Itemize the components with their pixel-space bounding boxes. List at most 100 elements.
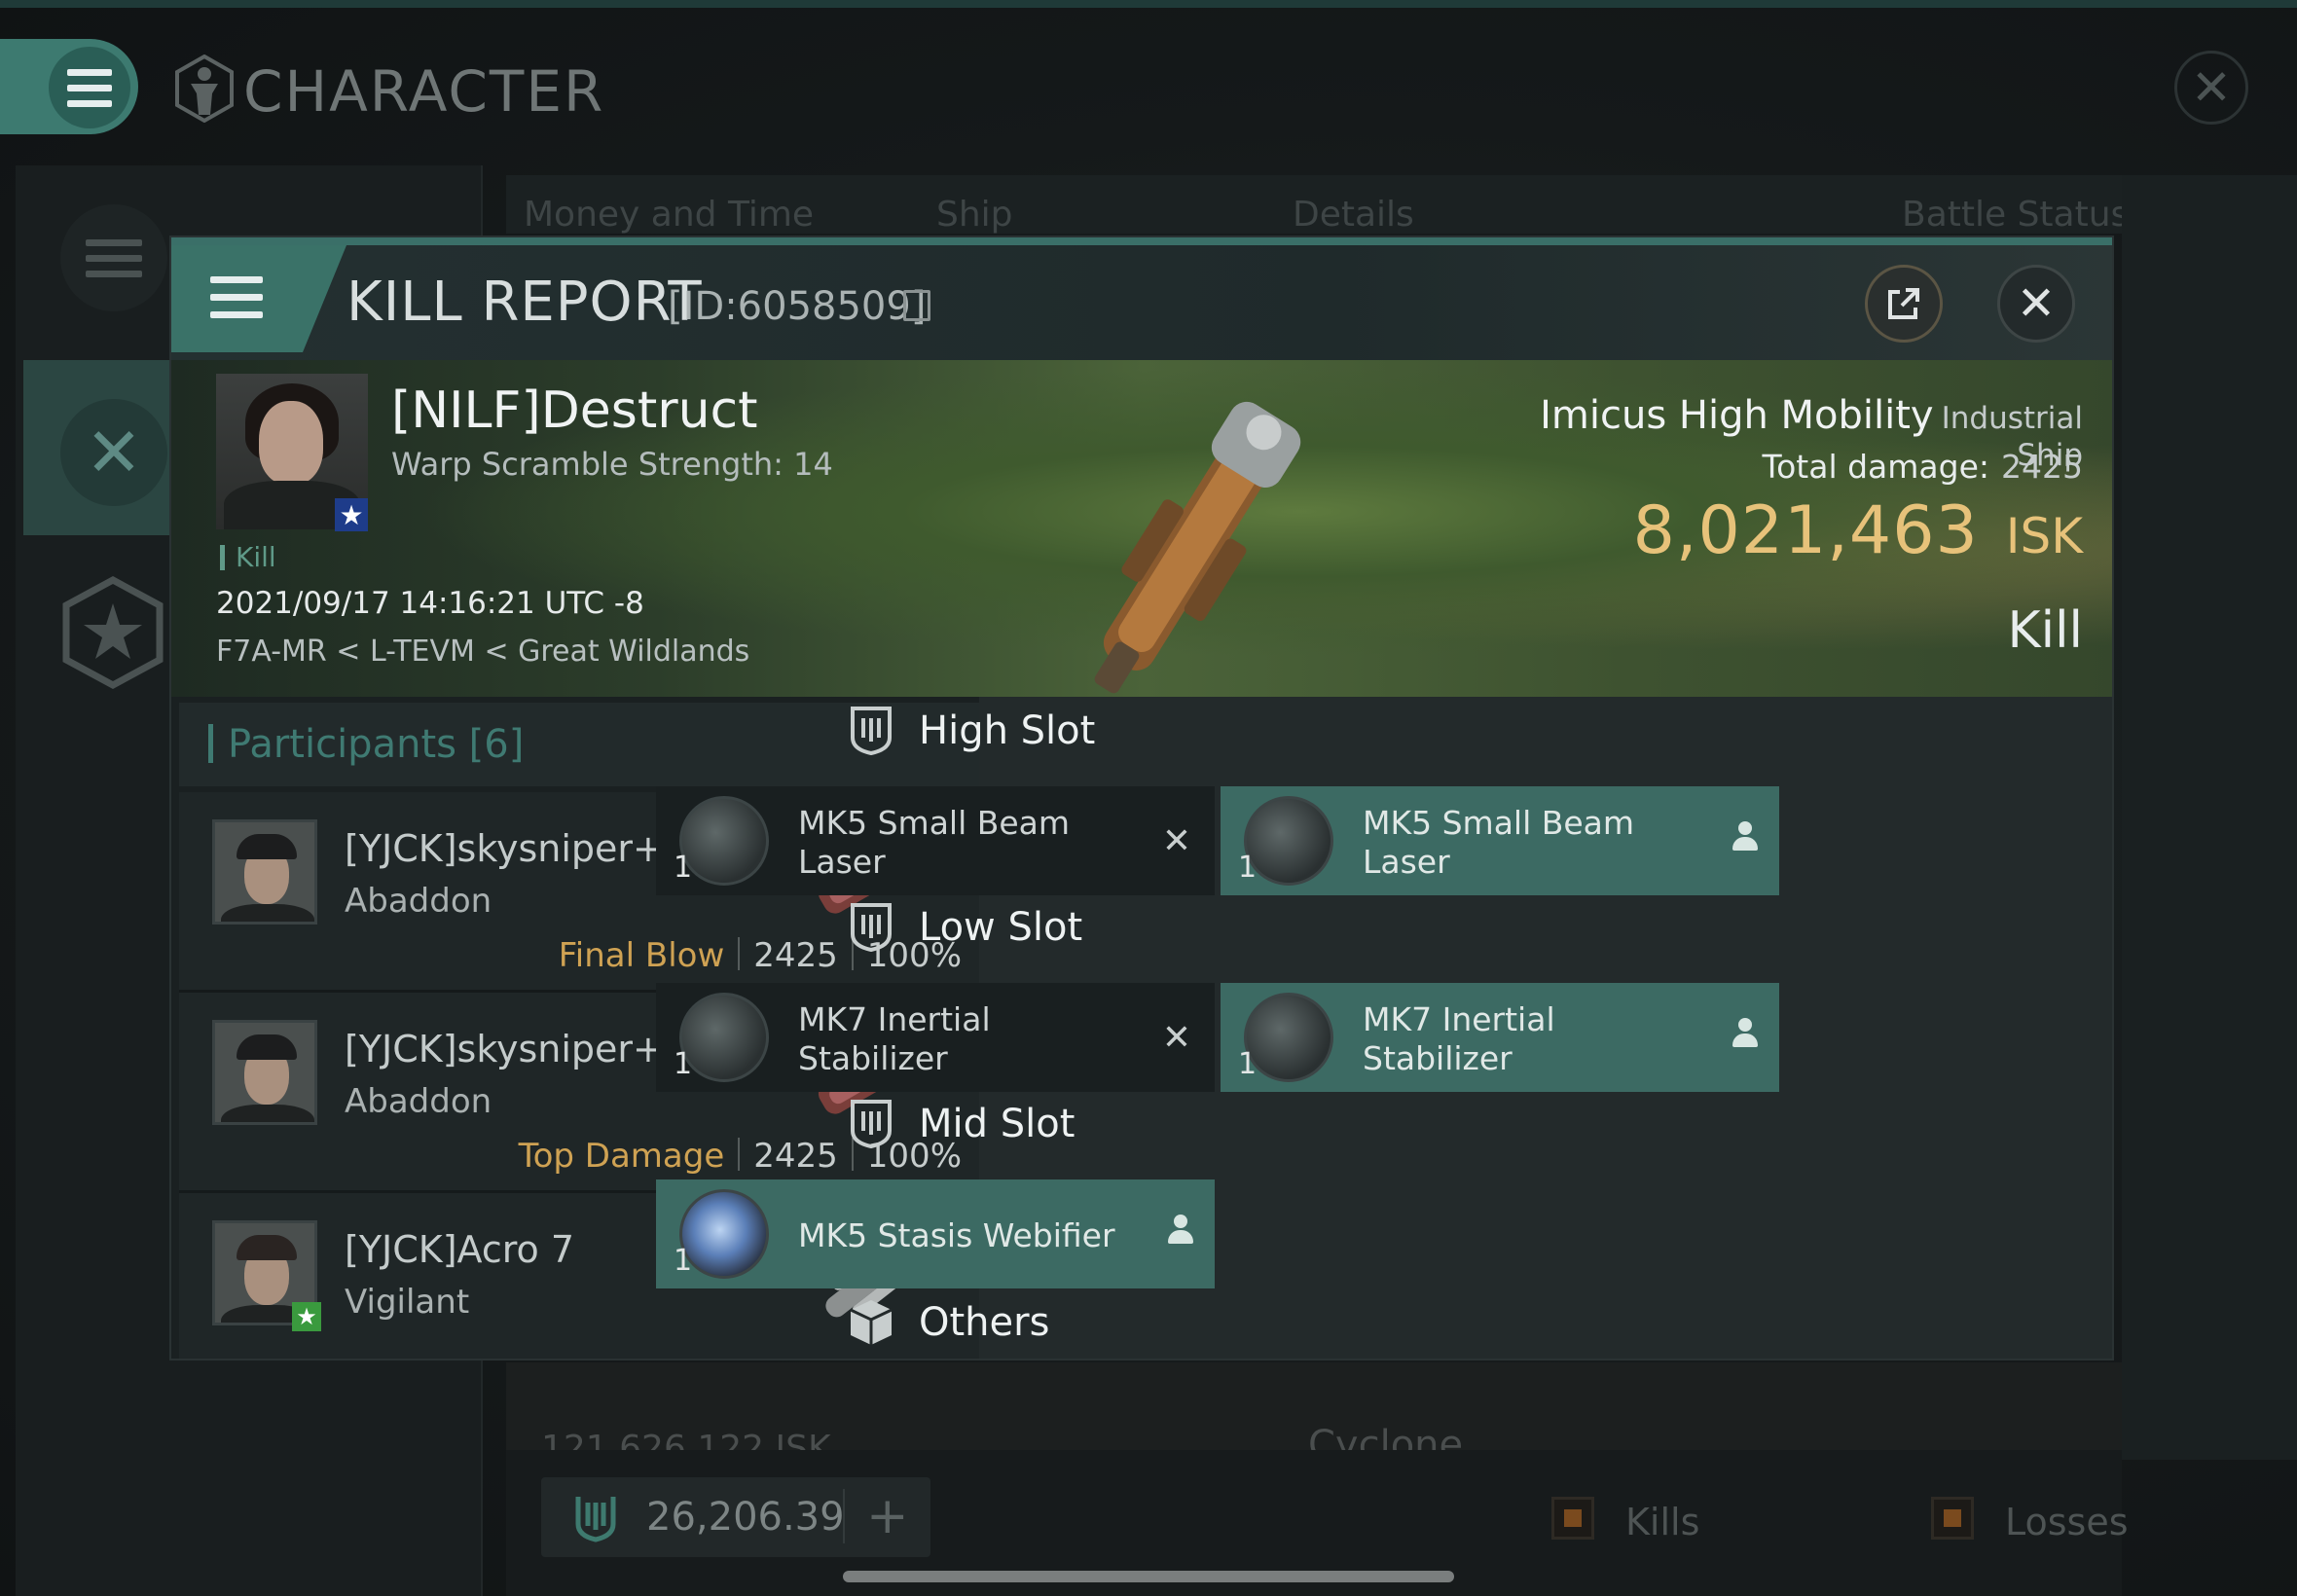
inertial-stabilizer-icon [1244, 993, 1333, 1082]
header-ship: Ship [936, 195, 1013, 235]
destroyed-icon: ✕ [1161, 821, 1191, 861]
participant-name: [YJCK]Acro 7 [345, 1228, 575, 1271]
module-item[interactable]: 1 MK7 Inertial Stabilizer [1221, 983, 1779, 1092]
crossed-swords-icon: ✕ [85, 413, 143, 492]
inertial-stabilizer-icon [679, 993, 769, 1082]
share-button[interactable] [1865, 265, 1943, 343]
favorites-tab-button[interactable] [58, 574, 167, 691]
module-item[interactable]: 1 MK5 Small Beam Laser [1221, 786, 1779, 895]
module-item[interactable]: 1 MK5 Stasis Webifier [656, 1179, 1215, 1288]
victim-name[interactable]: [NILF]Destruct [391, 381, 758, 440]
background-right-column [2122, 175, 2297, 1460]
kill-tag: Kill [236, 541, 276, 573]
combat-tab-button[interactable]: ✕ [60, 399, 167, 506]
beam-laser-icon [679, 796, 769, 886]
participant-portrait [212, 819, 317, 925]
kill-report-modal: KILL REPORT [ID:6058509] ✕ ★ [NILF]Destr… [169, 236, 2114, 1360]
module-item[interactable]: 1 MK7 Inertial Stabilizer ✕ [656, 983, 1215, 1092]
beam-laser-icon [1244, 796, 1333, 886]
star-hexagon-icon [62, 576, 164, 689]
module-qty: 1 [1238, 1047, 1258, 1081]
participant-ship: Vigilant [345, 1283, 470, 1322]
destroyed-icon: ✕ [1161, 1018, 1191, 1058]
ship-name-text: Imicus High Mobility [1540, 393, 1934, 438]
home-indicator [843, 1571, 1454, 1582]
copy-id-icon[interactable] [903, 290, 930, 321]
module-qty: 1 [674, 1244, 693, 1278]
isk-loss-value: 8,021,463 [1632, 492, 1979, 569]
modal-title: KILL REPORT [346, 271, 703, 334]
total-damage-label: Total damage: [1762, 448, 1990, 486]
module-qty: 1 [674, 851, 693, 885]
top-accent-line [0, 0, 2297, 8]
module-item[interactable]: 1 MK5 Small Beam Laser ✕ [656, 786, 1215, 895]
participant-name: [YJCK]skysniper+ [345, 1028, 664, 1070]
header-battle-status: Battle Status [1902, 195, 2130, 235]
participant-ship: Abaddon [345, 882, 492, 921]
losses-label: Losses [2005, 1501, 2129, 1543]
high-slot-header: High Slot [837, 697, 1095, 765]
external-link-icon [1888, 288, 1919, 319]
module-name: MK5 Small Beam Laser [798, 804, 1071, 881]
low-slot-label: Low Slot [919, 905, 1083, 950]
kills-label: Kills [1625, 1501, 1700, 1543]
total-damage: Total damage: 2425 [1499, 448, 2083, 486]
high-slot-label: High Slot [919, 708, 1096, 753]
header-money-time: Money and Time [524, 195, 815, 235]
losses-checkbox[interactable] [1931, 1497, 1974, 1540]
kills-checkbox[interactable] [1551, 1497, 1594, 1540]
participant-name: [YJCK]skysniper+ [345, 827, 664, 870]
divider [843, 1489, 845, 1543]
module-name: MK5 Stasis Webifier [798, 1216, 1115, 1254]
participant-damage: 2425 [753, 1137, 838, 1176]
add-isk-button[interactable]: + [866, 1487, 909, 1545]
participants-label: Participants [6] [228, 722, 525, 767]
participant-portrait [212, 1020, 317, 1125]
warp-scramble-strength: Warp Scramble Strength: 14 [391, 446, 833, 483]
stasis-webifier-icon [679, 1189, 769, 1279]
isk-loss: 8,021,463 ISK [1402, 492, 2083, 569]
victim-ship-render [1094, 401, 1301, 694]
module-qty: 1 [1238, 851, 1258, 885]
main-menu-button[interactable] [49, 47, 130, 128]
top-damage-tag: Top Damage [518, 1137, 725, 1176]
hamburger-icon [210, 276, 263, 318]
module-name: MK5 Small Beam Laser [1363, 804, 1635, 881]
hamburger-icon [67, 68, 112, 107]
cargo-box-icon [850, 1300, 893, 1345]
kill-location[interactable]: F7A-MR < L-TEVM < Great Wildlands [216, 635, 749, 669]
mid-slot-icon [851, 1100, 892, 1149]
list-icon [86, 238, 142, 277]
dropped-person-icon [1168, 1215, 1193, 1250]
dropped-person-icon [1732, 821, 1758, 856]
isk-icon [575, 1497, 616, 1542]
screen-close-button[interactable]: ✕ [2174, 51, 2248, 125]
total-damage-value: 2425 [2001, 448, 2083, 486]
module-name: MK7 Inertial Stabilizer [1363, 1000, 1555, 1077]
low-slot-header: Low Slot [837, 893, 1082, 961]
character-icon [175, 54, 234, 123]
modal-close-button[interactable]: ✕ [1997, 265, 2075, 343]
participant-ship: Abaddon [345, 1082, 492, 1121]
close-icon: ✕ [2191, 59, 2232, 116]
module-qty: 1 [674, 1047, 693, 1081]
header-details: Details [1293, 195, 1414, 235]
alliance-star-icon: ★ [335, 498, 368, 531]
mid-slot-header: Mid Slot [837, 1090, 1075, 1158]
isk-balance-value: 26,206.39 [646, 1495, 845, 1540]
module-name: MK7 Inertial Stabilizer [798, 1000, 991, 1077]
isk-unit: ISK [2005, 508, 2083, 564]
modal-accent-line [171, 237, 2112, 245]
kill-datetime: 2021/09/17 14:16:21 UTC -8 [216, 586, 644, 621]
kill-tag-bar [220, 545, 225, 570]
others-header: Others [837, 1288, 1049, 1357]
final-blow-tag: Final Blow [558, 936, 725, 975]
mid-slot-label: Mid Slot [919, 1102, 1076, 1146]
side-menu-button[interactable] [60, 204, 167, 311]
dropped-person-icon [1732, 1018, 1758, 1053]
kill-report-id: [ID:6058509] [668, 284, 927, 329]
participant-damage: 2425 [753, 936, 838, 975]
kill-result: Kill [2007, 601, 2083, 660]
low-slot-icon [851, 903, 892, 953]
close-icon: ✕ [2016, 276, 2057, 331]
